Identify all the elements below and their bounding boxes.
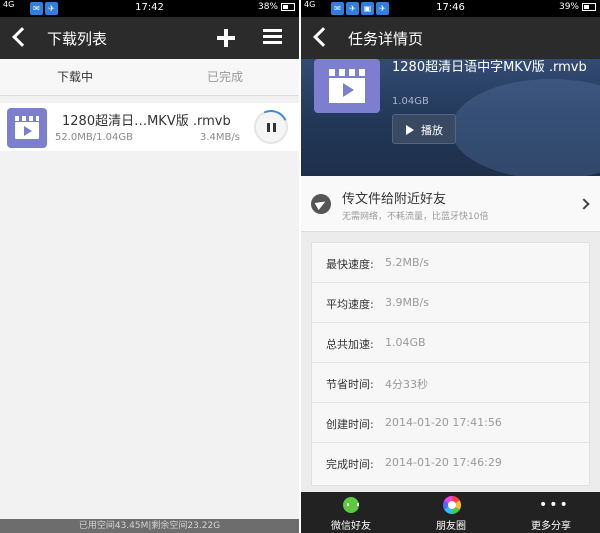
wechat-icon	[343, 497, 359, 513]
play-icon	[406, 125, 414, 135]
more-dots-icon: •••	[539, 497, 570, 513]
task-detail-screen: 4G ✉ ✈ ▣ ✈ 17:46 39% 任务详情页 1280超清日语中字MKV…	[301, 0, 600, 533]
share-subtitle: 无需网络，不耗流量，比蓝牙快10倍	[342, 212, 489, 222]
file-name: 1280超清日语中字MKV版 .rmvb	[392, 60, 587, 75]
status-time: 17:46	[436, 2, 465, 13]
detail-value: 1.04GB	[385, 336, 426, 349]
tab-downloading[interactable]: 下载中	[0, 68, 150, 85]
share-bar: 微信好友 朋友圈 ••• 更多分享	[301, 492, 600, 533]
detail-row: 创建时间: 2014-01-20 17:41:56	[312, 403, 589, 443]
battery-percent: 38%	[257, 2, 278, 12]
status-time: 17:42	[135, 2, 164, 13]
detail-label: 创建时间:	[326, 418, 374, 431]
status-bar: 4G ✉ ✈ 17:42 38%	[0, 0, 299, 17]
detail-row: 完成时间: 2014-01-20 17:46:29	[312, 443, 589, 483]
detail-value: 3.9MB/s	[385, 296, 429, 309]
video-file-icon	[7, 108, 47, 148]
battery-icon	[582, 3, 596, 11]
top-navbar: 下载列表	[0, 17, 299, 59]
pause-icon	[267, 123, 270, 132]
detail-value: 4分33秒	[385, 378, 428, 391]
download-file-name: 1280超清日…MKV版 .rmvb	[62, 114, 231, 129]
download-tabs: 下载中 已完成	[0, 59, 299, 96]
detail-label: 完成时间:	[326, 458, 374, 471]
detail-value: 2014-01-20 17:41:56	[385, 416, 502, 429]
share-wechat-label: 微信好友	[331, 521, 371, 532]
share-wechat-button[interactable]: 微信好友	[301, 492, 401, 533]
battery-icon	[281, 3, 295, 11]
play-button-label: 播放	[421, 124, 443, 137]
share-title: 传文件给附近好友	[342, 192, 447, 207]
download-size: 52.0MB/1.04GB	[55, 132, 133, 143]
share-more-button[interactable]: ••• 更多分享	[501, 492, 600, 533]
detail-value: 5.2MB/s	[385, 256, 429, 269]
file-hero: 1280超清日语中字MKV版 .rmvb 1.04GB 播放	[301, 59, 600, 176]
share-moments-button[interactable]: 朋友圈	[401, 492, 501, 533]
share-more-label: 更多分享	[531, 521, 571, 532]
video-file-icon	[314, 59, 380, 113]
add-icon[interactable]	[217, 29, 235, 47]
page-title: 下载列表	[47, 30, 108, 48]
share-moments-label: 朋友圈	[436, 521, 466, 532]
detail-label: 总共加速:	[326, 338, 374, 351]
download-list-screen: 4G ✉ ✈ 17:42 38% 下载列表 下载中 已完成 1280超清日…MK…	[0, 0, 299, 533]
file-size: 1.04GB	[392, 96, 429, 107]
download-speed: 3.4MB/s	[200, 132, 240, 143]
top-navbar: 任务详情页	[301, 17, 600, 59]
progress-ring	[249, 105, 293, 149]
detail-label: 平均速度:	[326, 298, 374, 311]
moments-icon	[443, 496, 461, 514]
back-arrow-icon[interactable]	[12, 27, 32, 47]
detail-row: 最快速度: 5.2MB/s	[312, 243, 589, 283]
menu-icon[interactable]	[263, 29, 282, 45]
page-title: 任务详情页	[348, 30, 424, 48]
detail-row: 总共加速: 1.04GB	[312, 323, 589, 363]
battery-percent: 39%	[558, 2, 579, 12]
detail-row: 平均速度: 3.9MB/s	[312, 283, 589, 323]
detail-label: 最快速度:	[326, 258, 374, 271]
chevron-right-icon	[578, 198, 590, 210]
back-arrow-icon[interactable]	[313, 27, 333, 47]
tab-completed[interactable]: 已完成	[150, 68, 299, 85]
download-item[interactable]: 1280超清日…MKV版 .rmvb 52.0MB/1.04GB 3.4MB/s	[0, 103, 299, 151]
status-right: 39%	[559, 2, 596, 12]
detail-label: 节省时间:	[326, 378, 374, 391]
storage-footer: 已用空间43.45M|剩余空间23.22G	[0, 519, 299, 533]
task-details: 最快速度: 5.2MB/s 平均速度: 3.9MB/s 总共加速: 1.04GB…	[311, 242, 590, 486]
play-button[interactable]: 播放	[392, 114, 456, 144]
pause-button[interactable]	[249, 105, 293, 149]
share-nearby-row[interactable]: 传文件给附近好友 无需网络，不耗流量，比蓝牙快10倍	[301, 176, 600, 232]
detail-row: 节省时间: 4分33秒	[312, 363, 589, 403]
status-bar: 4G ✉ ✈ ▣ ✈ 17:46 39%	[301, 0, 600, 17]
status-right: 38%	[258, 2, 295, 12]
detail-value: 2014-01-20 17:46:29	[385, 456, 502, 469]
send-icon	[311, 194, 331, 214]
